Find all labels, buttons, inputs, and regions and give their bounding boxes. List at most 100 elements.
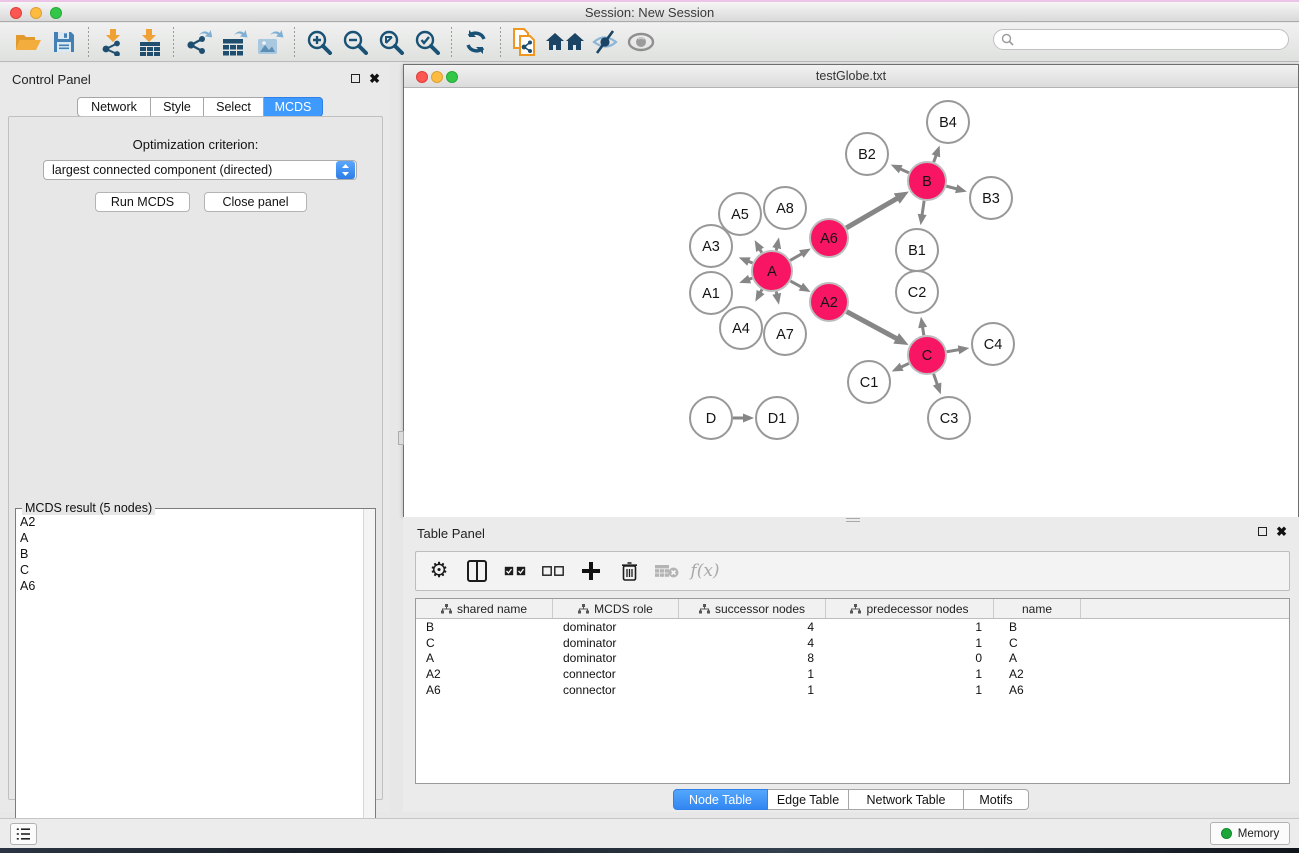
table-cell[interactable]: dominator xyxy=(553,619,679,635)
table-cell[interactable] xyxy=(1081,682,1289,698)
control-panel-tabs: NetworkStyleSelectMCDS xyxy=(77,97,323,117)
tab-network[interactable]: Network xyxy=(77,97,151,117)
table-cell[interactable]: 1 xyxy=(679,682,826,698)
node-table[interactable]: shared name MCDS rolesuccessor nodesprede… xyxy=(415,598,1290,784)
search-input[interactable] xyxy=(1019,33,1288,47)
table-cell[interactable]: 1 xyxy=(826,682,994,698)
column-header-label: shared name xyxy=(457,602,527,616)
table-cell[interactable]: A6 xyxy=(994,682,1081,698)
network-window-titlebar[interactable]: testGlobe.txt xyxy=(404,65,1298,88)
table-cell[interactable]: A6 xyxy=(416,682,553,698)
deselect-all-columns-button[interactable] xyxy=(538,556,568,586)
first-neighbors-button[interactable] xyxy=(544,26,586,58)
table-cell[interactable]: connector xyxy=(553,666,679,682)
column-header-shared-name[interactable]: shared name xyxy=(416,599,553,618)
tab-style[interactable]: Style xyxy=(151,97,204,117)
zoom-selected-icon xyxy=(414,29,440,55)
memory-button[interactable]: Memory xyxy=(1210,822,1290,845)
table-row-C[interactable]: Cdominator41C xyxy=(416,635,1289,651)
import-network-button[interactable] xyxy=(96,26,130,58)
column-header-MCDS-role[interactable]: MCDS role xyxy=(553,599,679,618)
table-cell[interactable]: B xyxy=(416,619,553,635)
table-cell[interactable] xyxy=(1081,651,1289,667)
table-cell[interactable]: 0 xyxy=(826,651,994,667)
export-network-button[interactable] xyxy=(181,26,215,58)
table-row-A6[interactable]: A6connector11A6 xyxy=(416,682,1289,698)
refresh-button[interactable] xyxy=(459,26,493,58)
result-scrollbar[interactable] xyxy=(363,509,375,839)
float-table-panel-icon[interactable] xyxy=(1258,527,1267,536)
table-cell[interactable]: C xyxy=(994,635,1081,651)
column-header-name[interactable]: name xyxy=(994,599,1081,618)
table-cell[interactable]: 1 xyxy=(679,666,826,682)
delete-column-button[interactable] xyxy=(614,556,644,586)
zoom-out-button[interactable] xyxy=(338,26,372,58)
zoom-in-button[interactable] xyxy=(302,26,336,58)
table-cell[interactable] xyxy=(1081,619,1289,635)
delete-table-button[interactable] xyxy=(652,556,682,586)
mcds-result-item[interactable]: A xyxy=(20,530,35,546)
close-panel-icon[interactable]: ✖ xyxy=(369,74,380,83)
table-cell[interactable]: 8 xyxy=(679,651,826,667)
hide-graphics-details-button[interactable] xyxy=(588,26,622,58)
toolbar-search-field[interactable] xyxy=(993,29,1289,50)
tab-select[interactable]: Select xyxy=(204,97,264,117)
table-cell[interactable]: dominator xyxy=(553,651,679,667)
close-panel-button[interactable]: Close panel xyxy=(204,192,307,212)
tab-edge-table[interactable]: Edge Table xyxy=(768,789,849,810)
network-from-selection-button[interactable] xyxy=(508,26,542,58)
function-builder-button[interactable]: f(x) xyxy=(690,556,720,586)
column-header-successor-nodes[interactable]: successor nodes xyxy=(679,599,826,618)
edge-arrowhead xyxy=(933,383,941,395)
task-history-button[interactable] xyxy=(10,823,37,845)
table-row-A2[interactable]: A2connector11A2 xyxy=(416,666,1289,682)
zoom-fit-button[interactable] xyxy=(374,26,408,58)
panel-divider-grip[interactable] xyxy=(398,431,404,445)
tab-motifs[interactable]: Motifs xyxy=(964,789,1029,810)
table-cell[interactable]: 4 xyxy=(679,635,826,651)
edge-A2-C[interactable] xyxy=(847,312,900,341)
mcds-result-item[interactable]: A6 xyxy=(20,578,35,594)
zoom-selected-button[interactable] xyxy=(410,26,444,58)
network-canvas[interactable]: B4B2BB3A5A8A6A3B1AA1C2A2A4A7CC4C1C3DD1 xyxy=(404,88,1298,517)
tab-network-table[interactable]: Network Table xyxy=(849,789,964,810)
mcds-result-item[interactable]: B xyxy=(20,546,35,562)
float-panel-icon[interactable] xyxy=(351,74,360,83)
table-settings-button[interactable]: ⚙ xyxy=(424,556,454,586)
column-layout-button[interactable] xyxy=(462,556,492,586)
close-table-panel-icon[interactable]: ✖ xyxy=(1276,527,1287,536)
table-cell[interactable]: 4 xyxy=(679,619,826,635)
table-cell[interactable]: 1 xyxy=(826,666,994,682)
export-image-button[interactable] xyxy=(253,26,287,58)
table-cell[interactable]: B xyxy=(994,619,1081,635)
run-mcds-button[interactable]: Run MCDS xyxy=(95,192,190,212)
edge-A6-B[interactable] xyxy=(846,197,899,228)
column-header-predecessor-nodes[interactable]: predecessor nodes xyxy=(826,599,994,618)
table-cell[interactable]: 1 xyxy=(826,619,994,635)
table-cell[interactable]: A2 xyxy=(416,666,553,682)
table-cell[interactable]: A xyxy=(416,651,553,667)
table-cell[interactable] xyxy=(1081,666,1289,682)
table-cell[interactable]: 1 xyxy=(826,635,994,651)
table-row-A[interactable]: Adominator80A xyxy=(416,651,1289,667)
table-cell[interactable] xyxy=(1081,635,1289,651)
table-cell[interactable]: C xyxy=(416,635,553,651)
export-table-button[interactable] xyxy=(217,26,251,58)
import-table-button[interactable] xyxy=(132,26,166,58)
table-cell[interactable]: connector xyxy=(553,682,679,698)
mcds-result-item[interactable]: A2 xyxy=(20,514,35,530)
table-row-B[interactable]: Bdominator41B xyxy=(416,619,1289,635)
table-panel-divider-grip[interactable] xyxy=(846,518,860,522)
open-file-button[interactable] xyxy=(11,26,45,58)
show-graphics-details-button[interactable] xyxy=(624,26,658,58)
mcds-result-item[interactable]: C xyxy=(20,562,35,578)
criterion-dropdown[interactable]: largest connected component (directed) xyxy=(43,160,357,180)
select-all-columns-button[interactable] xyxy=(500,556,530,586)
table-cell[interactable]: A xyxy=(994,651,1081,667)
save-session-button[interactable] xyxy=(47,26,81,58)
tab-mcds[interactable]: MCDS xyxy=(264,97,323,117)
table-cell[interactable]: A2 xyxy=(994,666,1081,682)
tab-node-table[interactable]: Node Table xyxy=(673,789,768,810)
add-column-button[interactable] xyxy=(576,556,606,586)
table-cell[interactable]: dominator xyxy=(553,635,679,651)
